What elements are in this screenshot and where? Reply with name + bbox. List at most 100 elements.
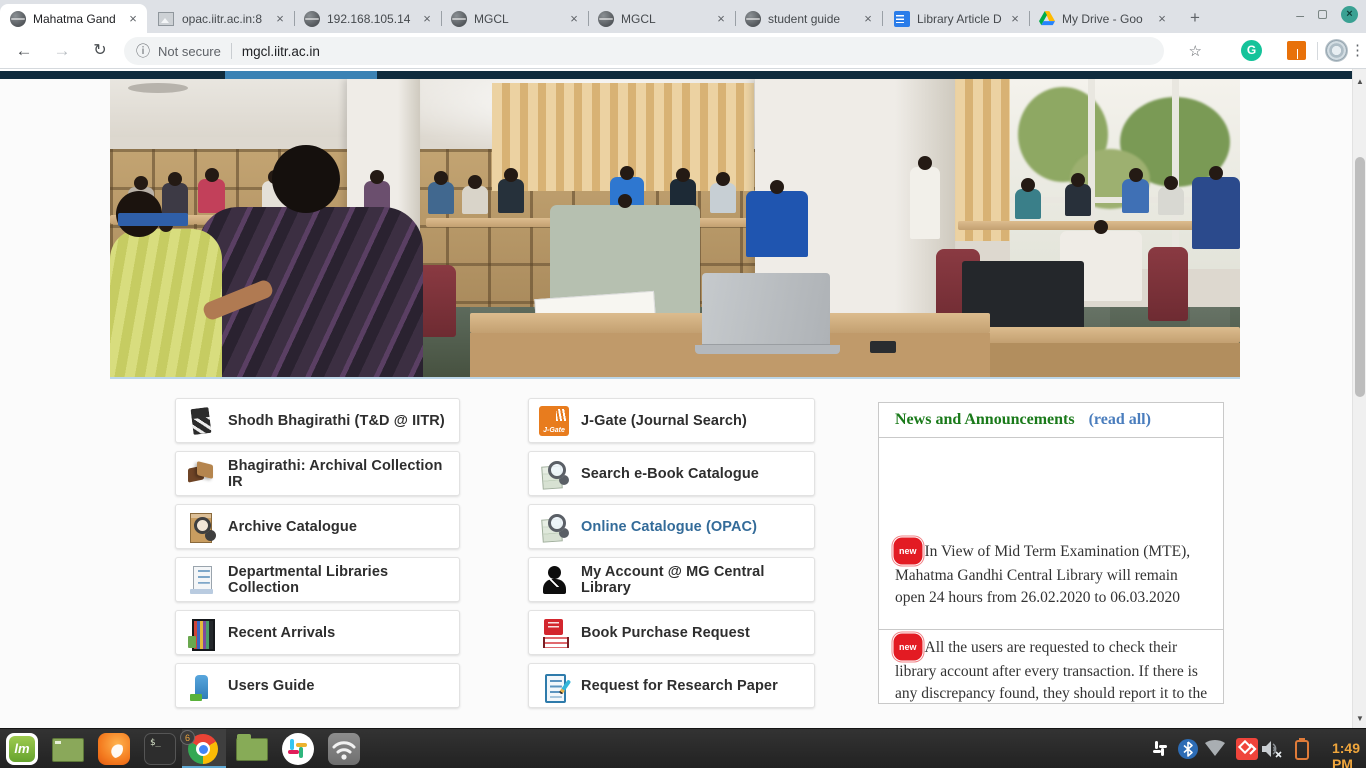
new-badge: new [895, 635, 921, 659]
globe-favicon [451, 11, 467, 27]
back-button[interactable]: ← [10, 37, 38, 65]
tab-title: My Drive - Goo [1062, 12, 1154, 26]
quicklink-departmental-libraries[interactable]: Departmental Libraries Collection [175, 557, 460, 602]
quicklink-label: Bhagirathi: Archival Collection IR [228, 458, 459, 490]
address-bar[interactable]: ⓘ Not secure mgcl.iitr.ac.in [124, 37, 1164, 65]
quicklink-recent-arrivals[interactable]: Recent Arrivals [175, 610, 460, 655]
forward-button[interactable]: → [48, 37, 76, 65]
tab-close-icon[interactable]: × [272, 11, 288, 27]
mint-menu-button[interactable]: lm [6, 733, 38, 765]
search-books-icon [539, 459, 569, 489]
quicklink-book-purchase[interactable]: Book Purchase Request [528, 610, 815, 655]
page-viewport: Shodh Bhagirathi (T&D @ IITR) Bhagirathi… [0, 69, 1366, 728]
wifi-tray-icon[interactable] [1204, 739, 1226, 757]
reload-button[interactable]: ↻ [86, 37, 114, 65]
mint-logo: lm [9, 736, 35, 762]
new-tab-button[interactable]: + [1182, 5, 1208, 31]
tab-title: MGCL [474, 12, 566, 26]
browser-tab-mgcl-2[interactable]: MGCL × [588, 4, 735, 33]
taskbar-clock[interactable]: 1:49 PM [1332, 740, 1360, 768]
slack-tray-icon[interactable] [1150, 739, 1170, 759]
news-item: newAll the users are requested to check … [879, 637, 1223, 703]
quicklink-label: My Account @ MG Central Library [581, 564, 814, 596]
info-icon[interactable]: ⓘ [136, 41, 150, 61]
tab-title: Library Article D [917, 12, 1007, 26]
archive-ribbon-icon [186, 459, 216, 489]
bookshelf-icon [186, 618, 216, 648]
news-panel: News and Announcements (read all) newIn … [878, 402, 1224, 704]
volume-muted-icon[interactable] [1260, 739, 1284, 759]
browser-tab-mgcl-home[interactable]: Mahatma Gand × [0, 4, 147, 33]
new-badge: new [895, 539, 921, 563]
news-item-text: In View of Mid Term Examination (MTE), M… [895, 543, 1190, 606]
tab-close-icon[interactable]: × [713, 11, 729, 27]
tab-close-icon[interactable]: × [566, 11, 582, 27]
browser-toolbar: ← → ↻ ⓘ Not secure mgcl.iitr.ac.in ☆ G ⋮ [0, 33, 1366, 69]
browser-tab-my-drive[interactable]: My Drive - Goo × [1029, 4, 1176, 33]
tab-close-icon[interactable]: × [1007, 11, 1023, 27]
tab-close-icon[interactable]: × [1154, 11, 1170, 27]
quicklink-label: Departmental Libraries Collection [228, 564, 459, 596]
quicklink-archive-catalogue[interactable]: Archive Catalogue [175, 504, 460, 549]
page-scrollbar[interactable]: ▲ ▼ [1352, 69, 1366, 728]
file-manager-launcher[interactable] [236, 738, 268, 761]
firefox-launcher[interactable] [98, 733, 130, 765]
chrome-menu-icon[interactable]: ⋮ [1350, 41, 1364, 59]
tab-title: 192.168.105.14 [327, 12, 419, 26]
scroll-up-arrow[interactable]: ▲ [1353, 75, 1366, 89]
scroll-down-arrow[interactable]: ▼ [1353, 712, 1366, 726]
quicklink-research-paper[interactable]: Request for Research Paper [528, 663, 815, 708]
speaker-glyph [1260, 739, 1284, 759]
quicklink-users-guide[interactable]: Users Guide [175, 663, 460, 708]
show-desktop-button[interactable] [52, 738, 84, 762]
tab-close-icon[interactable]: × [125, 11, 141, 27]
active-nav-item[interactable] [225, 71, 377, 79]
terminal-launcher[interactable]: $_ [144, 733, 176, 765]
table-extension-icon[interactable] [1287, 41, 1306, 60]
close-window-button[interactable]: × [1341, 6, 1358, 23]
bluetooth-glyph [1178, 739, 1198, 759]
quicklink-opac[interactable]: Online Catalogue (OPAC) [528, 504, 815, 549]
google-drive-favicon [1039, 11, 1055, 27]
news-header: News and Announcements (read all) [879, 403, 1223, 438]
tab-title: opac.iitr.ac.in:8 [182, 12, 272, 26]
google-docs-favicon [894, 11, 910, 27]
slack-launcher[interactable] [282, 733, 314, 765]
bookmark-star-icon[interactable]: ☆ [1189, 42, 1202, 60]
scrollbar-thumb[interactable] [1355, 157, 1365, 397]
browser-tab-opac[interactable]: opac.iitr.ac.in:8 × [147, 4, 294, 33]
read-all-link[interactable]: (read all) [1089, 411, 1151, 429]
tab-title: student guide [768, 12, 860, 26]
archive-search-icon [186, 512, 216, 542]
anydesk-tray-icon[interactable] [1236, 738, 1258, 760]
tab-title: MGCL [621, 12, 713, 26]
browser-tab-library-article[interactable]: Library Article D × [882, 4, 1029, 33]
restore-button[interactable] [1318, 10, 1327, 19]
globe-favicon [745, 11, 761, 27]
address-separator [231, 43, 232, 59]
browser-tab-strip: Mahatma Gand × opac.iitr.ac.in:8 × 192.1… [0, 0, 1366, 33]
tab-close-icon[interactable]: × [419, 11, 435, 27]
site-navigation-bar [0, 71, 1352, 79]
network-app-launcher[interactable] [328, 733, 360, 765]
battery-icon[interactable] [1294, 737, 1310, 761]
news-scroll-area: newAll the users are requested to check … [879, 630, 1223, 703]
quicklink-jgate[interactable]: J-Gate J-Gate (Journal Search) [528, 398, 815, 443]
profile-avatar[interactable] [1325, 39, 1348, 62]
browser-tab-mgcl-1[interactable]: MGCL × [441, 4, 588, 33]
browser-tab-student-guide[interactable]: student guide × [735, 4, 882, 33]
quicklink-ebook-catalogue[interactable]: Search e-Book Catalogue [528, 451, 815, 496]
quicklink-shodh-bhagirathi[interactable]: Shodh Bhagirathi (T&D @ IITR) [175, 398, 460, 443]
url-text: mgcl.iitr.ac.in [242, 44, 320, 59]
browser-tab-ip-address[interactable]: 192.168.105.14 × [294, 4, 441, 33]
tab-close-icon[interactable]: × [860, 11, 876, 27]
grammarly-extension-icon[interactable]: G [1241, 40, 1262, 61]
bluetooth-icon[interactable] [1178, 739, 1198, 759]
quicklink-label: Search e-Book Catalogue [581, 466, 759, 482]
quicklink-bhagirathi-archival[interactable]: Bhagirathi: Archival Collection IR [175, 451, 460, 496]
wifi-icon [328, 733, 360, 765]
minimize-button[interactable]: – [1296, 10, 1304, 20]
wifi-glyph [1204, 739, 1226, 757]
library-kiosk-icon [186, 565, 216, 595]
quicklink-my-account[interactable]: My Account @ MG Central Library [528, 557, 815, 602]
